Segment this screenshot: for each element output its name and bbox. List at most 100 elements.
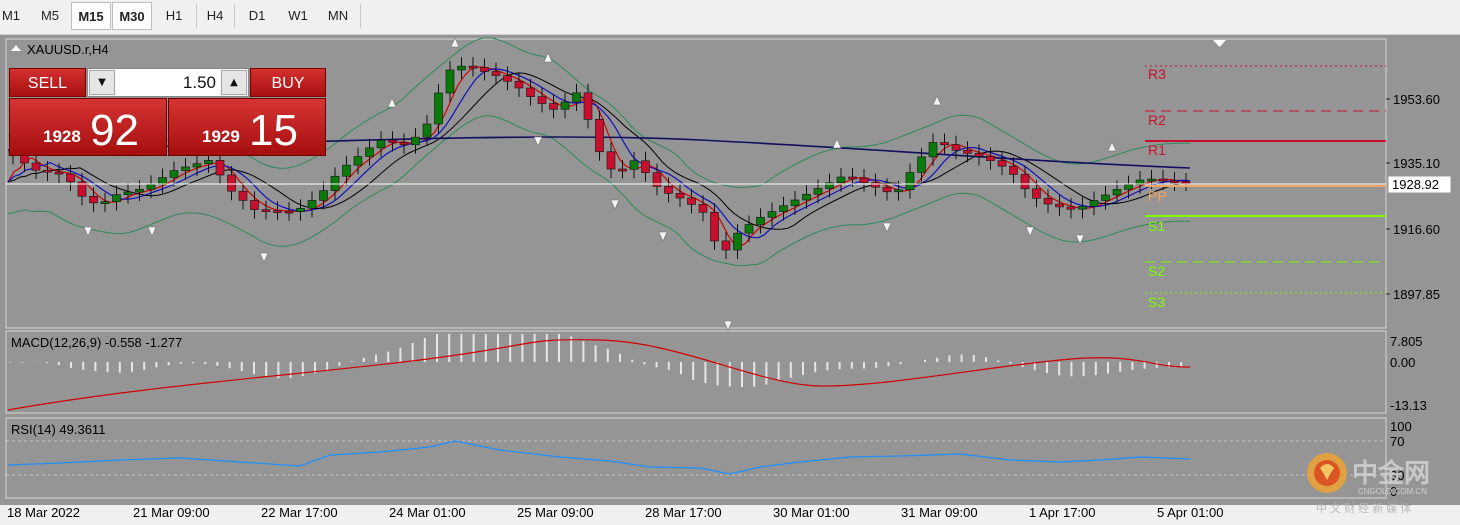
candle-body	[629, 160, 639, 170]
macd-axis: 7.805 0.00 -13.13	[1390, 334, 1427, 413]
candle-body	[813, 188, 823, 195]
candle-body	[468, 65, 478, 69]
candle-body	[112, 194, 121, 202]
candle-body	[1043, 197, 1053, 205]
candle-body	[319, 190, 328, 201]
time-axis-label: 28 Mar 17:00	[645, 505, 722, 520]
rsi-axis-label: 100	[1390, 419, 1412, 434]
candle-body	[928, 142, 938, 158]
candle-body	[31, 162, 41, 171]
time-axis: 18 Mar 2022 21 Mar 09:00 22 Mar 17:00 24…	[7, 505, 1224, 520]
candle-body	[342, 164, 351, 177]
candle-body	[169, 170, 179, 178]
candle-body	[43, 169, 52, 173]
buy-button[interactable]: BUY	[250, 68, 326, 97]
candle-body	[123, 191, 133, 195]
buy-price-box[interactable]: 1929 15	[168, 98, 326, 156]
lot-size-stepper: ▼ 1.50 ▲	[87, 68, 249, 97]
candle-body	[1020, 174, 1030, 190]
candle-body	[1158, 178, 1168, 182]
candle-body	[434, 92, 443, 125]
candle-body	[641, 160, 650, 173]
candle-body	[399, 142, 409, 146]
candle-body	[66, 173, 75, 183]
candle-body	[698, 204, 708, 213]
lot-decrease-icon[interactable]: ▼	[89, 70, 115, 95]
price-axis: 1953.60 1935.10 1916.60 1897.85 1928.92	[1386, 92, 1452, 302]
candle-body	[1101, 194, 1110, 201]
time-axis-label: 1 Apr 17:00	[1029, 505, 1096, 520]
candle-body	[365, 147, 374, 157]
s3-label: S3	[1148, 294, 1165, 310]
candle-body	[388, 139, 397, 143]
pp-label: PP	[1148, 188, 1167, 204]
candle-body	[882, 186, 892, 193]
candle-body	[848, 176, 857, 180]
candle-body	[1055, 203, 1064, 208]
candle-body	[733, 232, 742, 251]
candle-body	[20, 155, 29, 164]
rsi-title: RSI(14) 49.3611	[11, 422, 105, 437]
r1-label: R1	[1148, 142, 1166, 158]
candle-body	[192, 163, 202, 168]
candle-body	[526, 87, 535, 97]
watermark-subtitle: 中 文 财 经 新 媒 体	[1316, 501, 1411, 515]
candle-body	[894, 189, 903, 193]
candle-body	[721, 240, 731, 251]
candle-body	[491, 71, 501, 76]
candle-body	[836, 176, 846, 184]
candle-body	[238, 190, 248, 201]
candle-body	[1170, 180, 1179, 184]
candle-body	[664, 186, 673, 194]
candle-body	[997, 160, 1007, 167]
candle-body	[744, 224, 754, 234]
candle-body	[974, 153, 984, 157]
candle-body	[1066, 206, 1076, 210]
watermark-domain: CNGOLD.COM.CN	[1358, 487, 1427, 496]
time-axis-label: 25 Mar 09:00	[517, 505, 594, 520]
candle-body	[710, 211, 719, 242]
r3-label: R3	[1148, 66, 1166, 82]
candle-body	[790, 199, 800, 207]
candle-body	[1112, 189, 1122, 196]
candle-body	[687, 197, 696, 205]
candle-body	[146, 184, 156, 190]
time-axis-label: 18 Mar 2022	[7, 505, 80, 520]
macd-axis-label: 7.805	[1390, 334, 1423, 349]
candle-body	[859, 177, 869, 183]
candle-body	[963, 149, 972, 154]
candle-body	[503, 75, 512, 82]
macd-axis-label: 0.00	[1390, 355, 1415, 370]
candle-body	[284, 210, 294, 214]
candle-body	[905, 172, 915, 191]
candle-body	[917, 156, 926, 173]
candle-body	[480, 67, 489, 72]
candle-body	[595, 119, 604, 153]
candle-body	[422, 123, 432, 138]
price-axis-label: 1953.60	[1393, 92, 1440, 107]
buy-price-prefix: 1929	[202, 127, 240, 146]
sell-button[interactable]: SELL	[9, 68, 86, 97]
watermark-logo: 中金网 CNGOLD.COM.CN 中 文 财 经 新 媒 体	[1300, 450, 1460, 520]
time-axis-label: 5 Apr 01:00	[1157, 505, 1224, 520]
candle-body	[618, 168, 627, 172]
lot-increase-icon[interactable]: ▲	[221, 70, 247, 95]
candle-body	[296, 207, 305, 212]
candle-body	[537, 96, 547, 104]
s2-label: S2	[1148, 263, 1165, 279]
candle-body	[986, 156, 995, 161]
candle-body	[583, 92, 593, 120]
sell-price-box[interactable]: 1928 92	[9, 98, 167, 156]
lot-size-input[interactable]: 1.50	[116, 69, 220, 96]
candle-body	[158, 177, 167, 185]
candle-body	[100, 201, 110, 204]
candle-body	[135, 188, 144, 193]
macd-axis-label: -13.13	[1390, 398, 1427, 413]
candle-body	[215, 160, 225, 176]
candle-body	[457, 65, 466, 71]
watermark-cn: 中金网	[1352, 458, 1430, 488]
candle-body	[871, 182, 880, 188]
candle-body	[376, 139, 386, 149]
candle-body	[204, 160, 213, 165]
chart-symbol-title: XAUUSD.r,H4	[27, 42, 109, 57]
